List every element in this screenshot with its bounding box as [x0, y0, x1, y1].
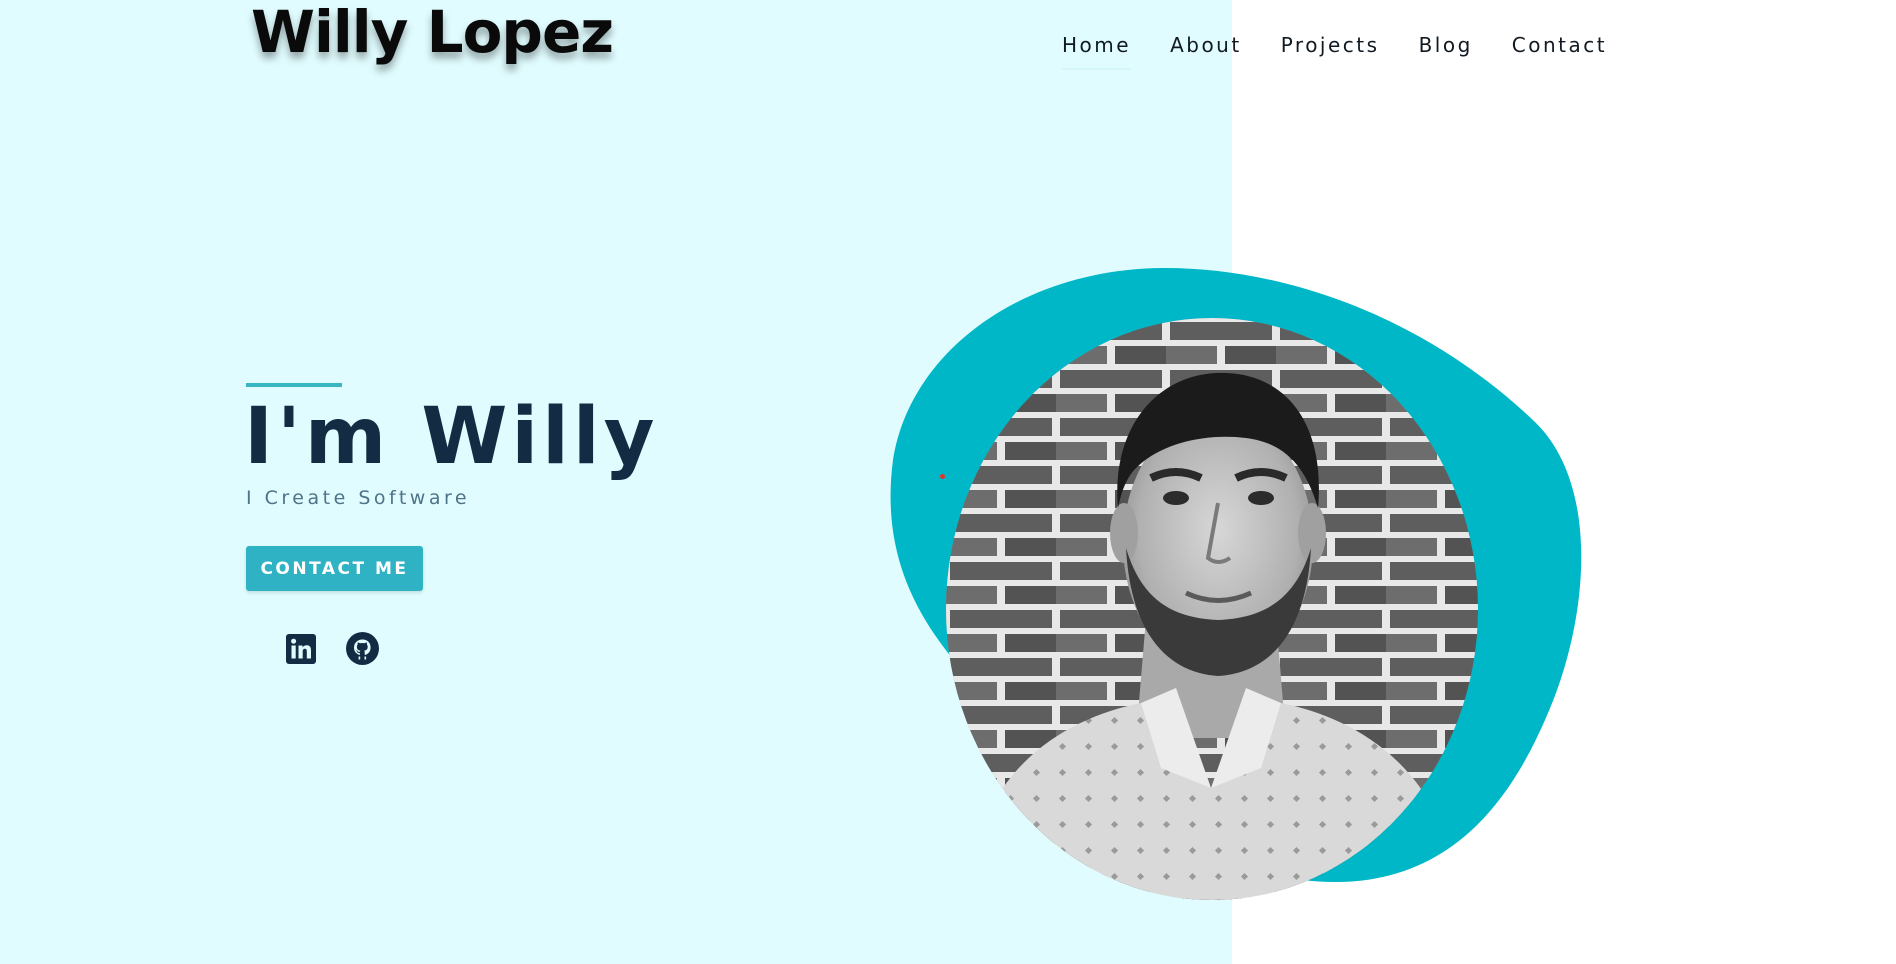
linkedin-link[interactable] — [284, 632, 317, 665]
hero-subtitle: I Create Software — [246, 487, 471, 509]
nav-link-home[interactable]: Home — [1062, 30, 1132, 70]
nav-link-about[interactable]: About — [1170, 30, 1242, 70]
decorative-dot — [940, 474, 945, 479]
decorative-blob — [890, 268, 1582, 882]
nav-link-blog[interactable]: Blog — [1419, 30, 1473, 70]
social-links — [284, 632, 379, 665]
title-accent-bar — [246, 383, 342, 387]
site-logo[interactable]: Willy Lopez — [251, 0, 614, 68]
profile-photo — [946, 318, 1478, 900]
linkedin-icon — [285, 633, 316, 664]
github-icon — [346, 632, 379, 665]
hero-title: I'm Willy — [244, 392, 659, 482]
profile-photo-drawing — [946, 318, 1478, 900]
page: Willy Lopez Home About Projects Blog Con… — [0, 0, 1896, 964]
contact-me-button[interactable]: CONTACT ME — [246, 546, 423, 591]
github-link[interactable] — [346, 632, 379, 665]
nav-link-projects[interactable]: Projects — [1281, 30, 1380, 70]
main-nav: Home About Projects Blog Contact — [1062, 30, 1607, 70]
nav-link-contact[interactable]: Contact — [1512, 30, 1607, 70]
